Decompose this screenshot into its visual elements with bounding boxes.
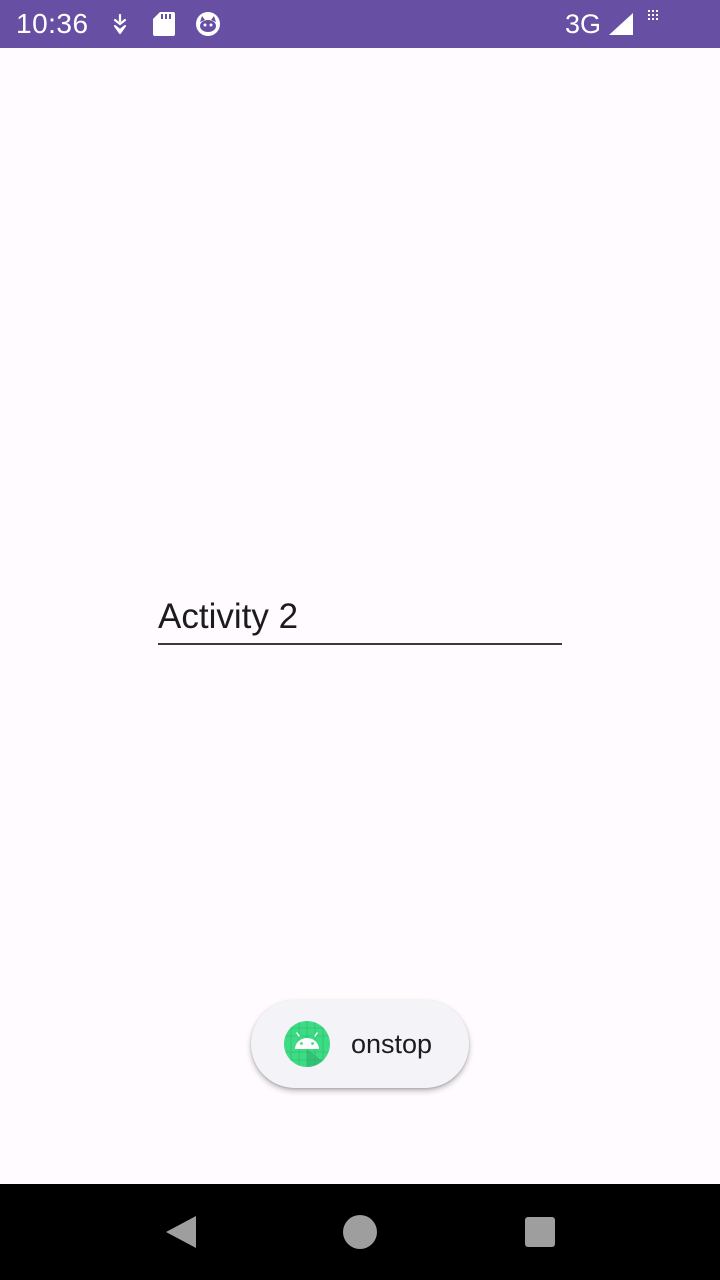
activity-edit-text[interactable]: Activity 2 [158,593,562,645]
status-bar: 10:36 3G [0,0,720,48]
sd-card-icon [150,10,178,38]
home-icon[interactable] [340,1212,380,1252]
download-icon [106,10,134,38]
signal-icon [609,13,633,35]
status-time: 10:36 [16,8,89,39]
back-icon[interactable] [160,1212,200,1252]
edit-text-value: Activity 2 [158,597,299,636]
sim-icon [648,10,658,20]
cat-face-icon [194,10,222,38]
screen: 10:36 3G Activity 2 onstop [0,0,720,1280]
toast-message: onstop [351,1029,433,1059]
navigation-bar [0,1184,720,1280]
toast: onstop [251,1000,469,1088]
network-type: 3G [565,9,602,39]
android-icon [284,1021,330,1067]
recents-icon[interactable] [520,1212,560,1252]
